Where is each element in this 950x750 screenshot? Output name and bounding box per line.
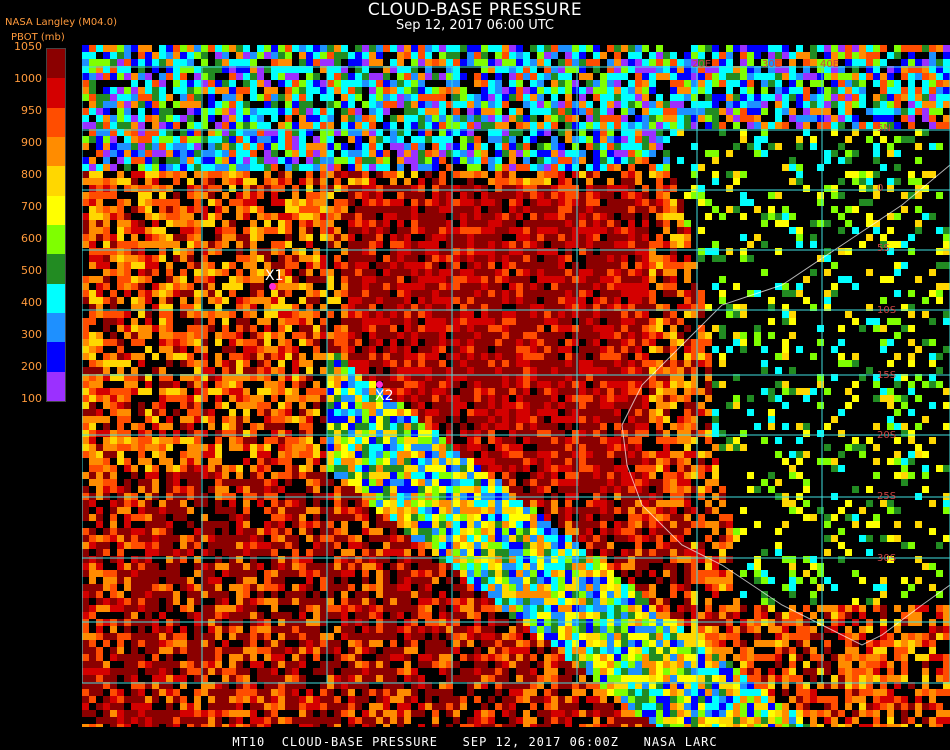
map-timestamp: Sep 12, 2017 06:00 UTC <box>395 18 555 33</box>
grid-coordinate-label: 40E <box>820 59 840 70</box>
legend-tick-label: 1050 <box>14 40 42 53</box>
legend-swatch <box>47 342 65 373</box>
grid-coordinate-label: 5S <box>877 243 890 254</box>
grid-coordinate-label: 25S <box>877 491 897 502</box>
legend-tick-label: 200 <box>21 360 42 373</box>
grid-coordinate-label: 10S <box>877 305 897 316</box>
legend-tick-label: 900 <box>21 136 42 149</box>
legend-swatch <box>47 371 65 402</box>
legend-swatch <box>47 78 65 109</box>
legend-tick-label: 700 <box>21 200 42 213</box>
legend-tick-label: 600 <box>21 232 42 245</box>
marker-x2-dot <box>376 381 383 388</box>
legend-swatch <box>47 166 65 197</box>
legend-swatch <box>47 49 65 79</box>
marker-x1-dot <box>269 283 276 290</box>
legend-tick-label: 400 <box>21 296 42 309</box>
grid-coordinate-label: 0 <box>877 183 884 194</box>
color-legend-bar <box>46 48 66 402</box>
legend-swatch <box>47 283 65 314</box>
satellite-map-view: CLOUD-BASE PRESSURE Sep 12, 2017 06:00 U… <box>0 0 950 750</box>
legend-swatch <box>47 107 65 138</box>
grid-coordinate-label: 20S <box>877 430 897 441</box>
grid-coordinate-label: 30E <box>762 59 782 70</box>
grid-coordinate-label: 20E <box>692 59 712 70</box>
legend-swatch <box>47 137 65 167</box>
data-provider-label: NASA Langley (M04.0) <box>5 17 117 28</box>
legend-swatch <box>47 313 65 343</box>
marker-x2-label: X2 <box>375 388 394 404</box>
map-title: CLOUD-BASE PRESSURE <box>367 0 583 20</box>
legend-swatch <box>47 254 65 285</box>
legend-tick-label: 500 <box>21 264 42 277</box>
legend-swatch <box>47 195 65 226</box>
legend-tick-label: 1000 <box>14 72 42 85</box>
grid-coordinate-label: 15S <box>877 370 897 381</box>
cloud-base-pressure-map: X1 X2 20E 30E 40E 5N 0 5S 10S 15S 20S 25S 30S <box>82 45 950 727</box>
legend-tick-label: 100 <box>21 392 42 405</box>
footer-caption: MT10 CLOUD-BASE PRESSURE SEP 12, 2017 06… <box>232 735 718 749</box>
grid-coordinate-label: 5N <box>877 123 891 134</box>
legend-swatch <box>47 225 65 255</box>
legend-tick-label: 950 <box>21 104 42 117</box>
grid-coordinate-label: 30S <box>877 553 897 564</box>
marker-x1-label: X1 <box>265 268 284 284</box>
map-image <box>82 45 950 727</box>
legend-tick-label: 800 <box>21 168 42 181</box>
legend-tick-label: 300 <box>21 328 42 341</box>
